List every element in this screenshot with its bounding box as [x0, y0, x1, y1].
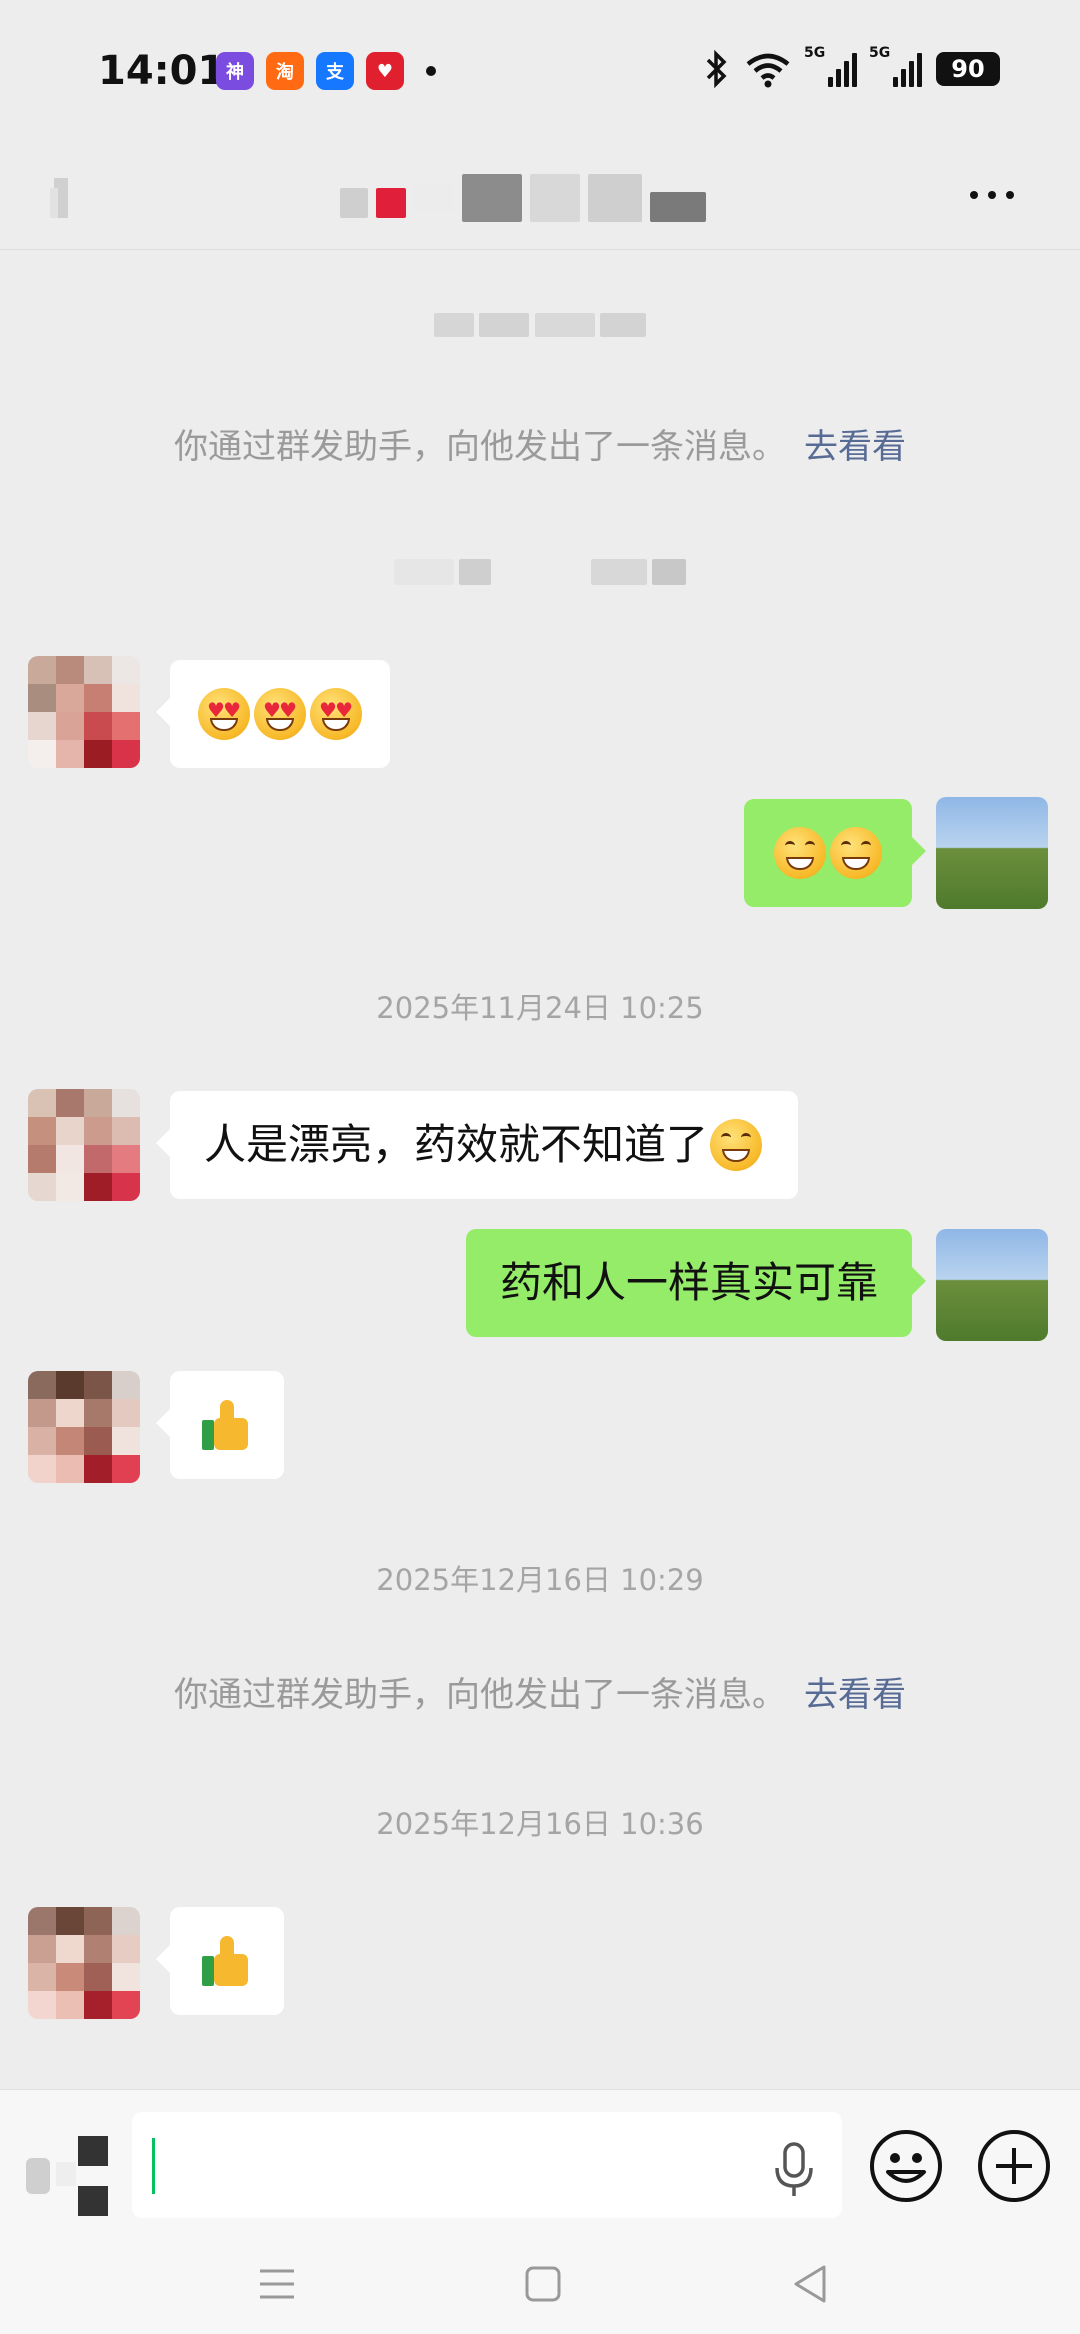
timestamp-pixelated-2: [0, 559, 1080, 595]
thumbs-up-emoji-icon: [202, 1400, 252, 1450]
contact-avatar[interactable]: [28, 1089, 140, 1201]
bluetooth-icon: [706, 50, 727, 88]
input-toolbar: [0, 2089, 1080, 2229]
message-text: 药和人一样真实可靠: [499, 1257, 878, 1307]
plus-icon[interactable]: [976, 2128, 1052, 2204]
system-message-text: 你通过群发助手，向他发出了一条消息。: [174, 427, 786, 467]
message-row: [0, 797, 1080, 909]
home-icon[interactable]: [518, 2259, 568, 2309]
my-avatar[interactable]: [936, 1229, 1048, 1341]
battery-indicator: 90: [936, 52, 1000, 86]
contact-avatar[interactable]: [28, 656, 140, 768]
system-message: 你通过群发助手，向他发出了一条消息。 去看看: [0, 1667, 1080, 1716]
grinning-emoji-icon: [710, 1119, 763, 1171]
heart-app-icon: ♥: [366, 52, 404, 90]
message-bubble[interactable]: [156, 1371, 284, 1479]
timestamp: 2025年11月24日 10:25: [376, 991, 704, 1025]
message-list[interactable]: 你通过群发助手，向他发出了一条消息。去看看 2025年11月24日 10:25: [0, 251, 1080, 2089]
shenzi-app-icon: 神: [216, 52, 254, 90]
notification-icons: 神 淘 支 ♥: [216, 52, 436, 90]
status-indicators: 5G 5G 90: [704, 45, 1000, 88]
message-bubble[interactable]: [156, 1907, 284, 2015]
contact-avatar[interactable]: [28, 1907, 140, 2019]
chat-header: [0, 140, 1080, 250]
voice-mode-icon[interactable]: [26, 2132, 112, 2218]
signal-5g-icon: 5G: [804, 45, 857, 87]
message-row: [0, 1371, 1080, 1487]
chat-contact-name-pixelated: [340, 170, 740, 226]
grinning-emoji-icon: [830, 827, 882, 879]
text-caret: [152, 2138, 155, 2194]
timestamp: 2025年12月16日 10:36: [376, 1807, 704, 1841]
signal-5g-icon-2: 5G: [869, 45, 922, 87]
back-arrow-icon[interactable]: [40, 168, 90, 228]
go-see-link[interactable]: 去看看: [804, 427, 906, 467]
message-bubble[interactable]: [744, 799, 926, 907]
message-bubble[interactable]: 人是漂亮，药效就不知道了: [155, 1091, 799, 1199]
alipay-app-icon: 支: [316, 52, 354, 90]
my-avatar[interactable]: [936, 797, 1048, 909]
more-options-icon[interactable]: [970, 180, 1030, 210]
heart-eyes-emoji-icon: [198, 688, 250, 740]
message-bubble[interactable]: 药和人一样真实可靠: [465, 1229, 927, 1337]
menu-icon[interactable]: [252, 2259, 302, 2309]
message-bubble[interactable]: [156, 660, 390, 768]
message-text: 人是漂亮，药效就不知道了: [204, 1119, 709, 1169]
back-icon[interactable]: [786, 2259, 836, 2309]
status-time: 14:01: [98, 48, 226, 94]
heart-eyes-emoji-icon: [310, 688, 362, 740]
system-message: 你通过群发助手，向他发出了一条消息。 去看看: [0, 419, 1080, 468]
message-input[interactable]: [132, 2112, 842, 2218]
wifi-icon: [746, 53, 790, 88]
more-notifications-dot: [426, 66, 436, 76]
emoji-icon[interactable]: [868, 2128, 944, 2204]
status-bar: 14:01 神 淘 支 ♥ 5G 5G 90: [0, 0, 1080, 140]
system-message-text: 你通过群发助手，向他发出了一条消息。: [174, 1675, 786, 1715]
message-row: 人是漂亮，药效就不知道了: [0, 1089, 1080, 1215]
grinning-emoji-icon: [774, 827, 826, 879]
thumbs-up-emoji-icon: [202, 1936, 252, 1986]
timestamp: 2025年12月16日 10:29: [376, 1563, 704, 1597]
taobao-app-icon: 淘: [266, 52, 304, 90]
system-navigation-bar: [0, 2229, 1080, 2334]
microphone-icon[interactable]: [772, 2142, 816, 2198]
message-row: [0, 1907, 1080, 2023]
message-row: [0, 656, 1080, 786]
timestamp-pixelated: [0, 313, 1080, 349]
message-row: 药和人一样真实可靠: [0, 1229, 1080, 1341]
go-see-link[interactable]: 去看看: [804, 1675, 906, 1715]
heart-eyes-emoji-icon: [254, 688, 306, 740]
contact-avatar[interactable]: [28, 1371, 140, 1483]
